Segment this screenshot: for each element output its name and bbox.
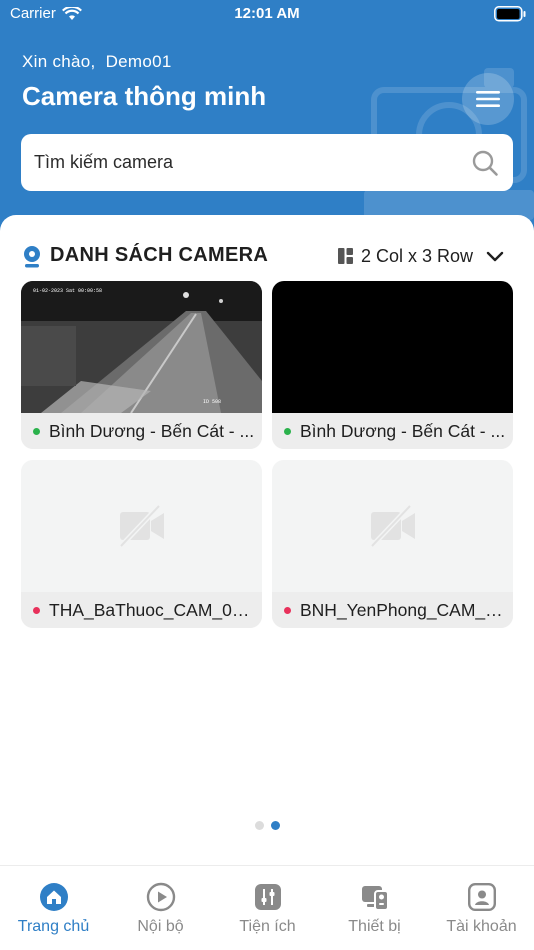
page-title: Camera thông minh — [22, 81, 267, 111]
camera-name: THA_BaThuoc_CAM_0001 — [49, 599, 257, 620]
camera-caption: BNH_YenPhong_CAM_0001 — [272, 592, 513, 628]
greeting-prefix: Xin chào, — [22, 52, 96, 71]
tab-account[interactable]: Tài khoản — [428, 866, 534, 950]
battery-icon — [494, 6, 526, 22]
tab-label: Trang chủ — [17, 918, 90, 935]
devices-icon — [362, 886, 389, 911]
tab-devices[interactable]: Thiết bị — [321, 866, 428, 950]
search-input[interactable] — [34, 134, 454, 191]
status-online-dot — [284, 427, 291, 435]
header-background — [0, 0, 534, 250]
camera-id-overlay: ID 508 — [203, 399, 221, 405]
home-icon — [40, 883, 68, 911]
hamburger-icon — [476, 91, 500, 107]
layout-label: 2 Col x 3 Row — [361, 245, 474, 266]
camera-timestamp-overlay: 01-02-2023 Sat 00:00:58 — [33, 288, 102, 294]
camera-name: BNH_YenPhong_CAM_0001 — [300, 599, 508, 620]
menu-button[interactable] — [462, 73, 514, 125]
status-bar: Carrier 12:01 AM — [0, 0, 534, 30]
bottom-tab-bar: Trang chủ Nội bộ Tiện ích Thiết bị Tài k… — [0, 865, 534, 950]
camera-thumbnail — [21, 460, 262, 592]
camera-caption: Bình Dương - Bến Cát - ... — [272, 413, 513, 449]
camera-caption: Bình Dương - Bến Cát - ... — [21, 413, 262, 449]
tab-home[interactable]: Trang chủ — [0, 866, 107, 950]
play-icon — [146, 882, 176, 912]
tab-label: Tiện ích — [239, 918, 296, 935]
status-online-dot — [33, 427, 40, 435]
layout-dropdown[interactable]: 2 Col x 3 Row — [338, 243, 507, 269]
tab-internal[interactable]: Nội bộ — [107, 866, 214, 950]
page-indicator — [0, 821, 534, 830]
tab-utilities[interactable]: Tiện ích — [214, 866, 321, 950]
page-dot-active[interactable] — [270, 821, 280, 830]
camera-caption: THA_BaThuoc_CAM_0001 — [21, 592, 262, 628]
camera-thumbnail — [272, 281, 513, 413]
tab-label: Thiết bị — [348, 918, 401, 935]
location-pin-icon — [24, 246, 40, 268]
camera-list-panel: DANH SÁCH CAMERA 2 Col x 3 Row 01-02-202… — [0, 215, 534, 865]
tab-label: Nội bộ — [137, 918, 184, 935]
camera-card[interactable]: Bình Dương - Bến Cát - ... — [272, 281, 513, 449]
page-dot[interactable] — [254, 821, 264, 830]
account-icon — [468, 883, 497, 912]
search-icon[interactable] — [471, 149, 499, 177]
camera-thumbnail: 01-02-2023 Sat 00:00:58 ID 508 — [21, 281, 262, 413]
camera-name: Bình Dương - Bến Cát - ... — [300, 420, 506, 441]
camera-card[interactable]: THA_BaThuoc_CAM_0001 — [21, 460, 262, 628]
no-camera-icon — [119, 504, 164, 548]
camera-card[interactable]: BNH_YenPhong_CAM_0001 — [272, 460, 513, 628]
tab-label: Tài khoản — [446, 918, 517, 935]
status-offline-dot — [284, 606, 291, 614]
search-bar — [21, 134, 513, 191]
camera-card[interactable]: 01-02-2023 Sat 00:00:58 ID 508 Bình Dươn… — [21, 281, 262, 449]
username: Demo01 — [105, 52, 172, 71]
grid-layout-icon — [338, 248, 353, 264]
status-time: 12:01 AM — [234, 5, 300, 22]
section-title: DANH SÁCH CAMERA — [50, 244, 269, 266]
status-offline-dot — [33, 606, 40, 614]
sliders-icon — [255, 884, 281, 910]
camera-name: Bình Dương - Bến Cát - ... — [49, 420, 255, 441]
camera-thumbnail — [272, 460, 513, 592]
greeting: Xin chào, Demo01 — [22, 52, 172, 72]
no-camera-icon — [370, 504, 415, 548]
chevron-down-icon — [486, 251, 504, 262]
